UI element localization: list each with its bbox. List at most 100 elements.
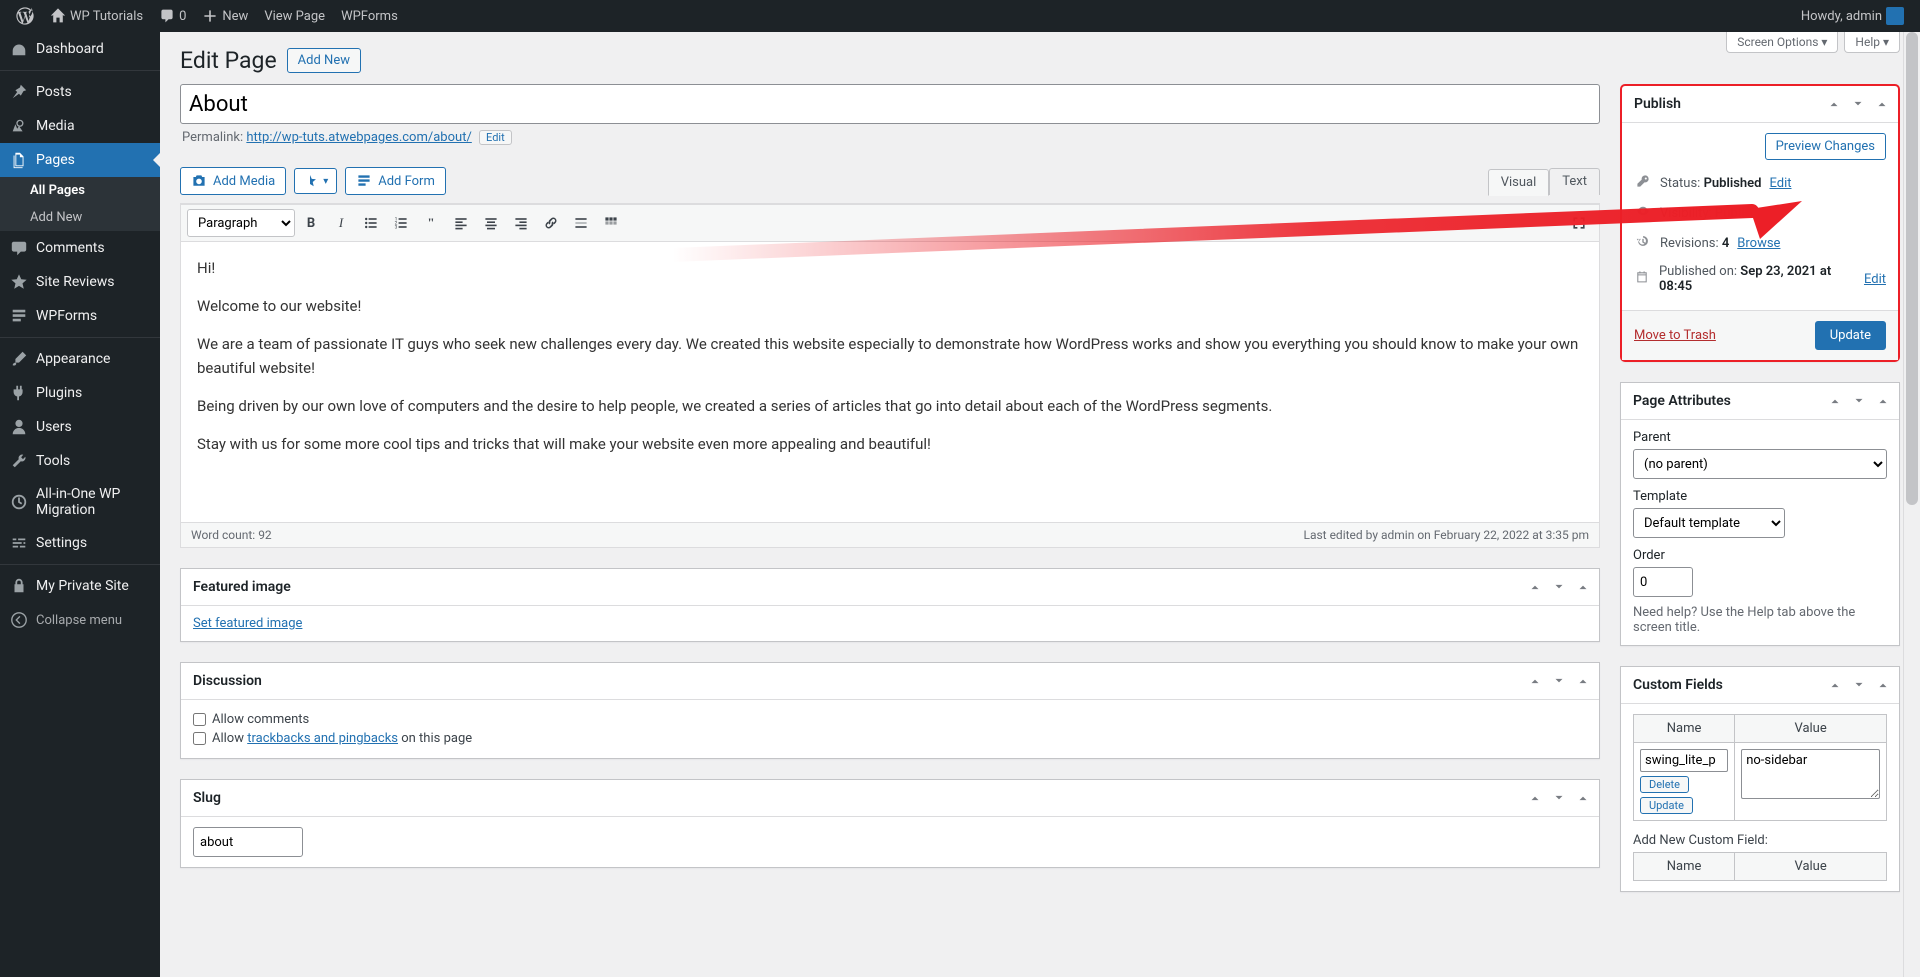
toggle-panel-button[interactable] xyxy=(1571,575,1595,599)
align-center-button[interactable] xyxy=(477,209,505,237)
submenu-add-new[interactable]: Add New xyxy=(0,204,160,231)
move-to-trash-link[interactable]: Move to Trash xyxy=(1634,328,1716,343)
new-content-link[interactable]: New xyxy=(194,0,256,32)
site-name-text: WP Tutorials xyxy=(70,9,143,24)
edit-date-link[interactable]: Edit xyxy=(1864,272,1886,287)
menu-dashboard[interactable]: Dashboard xyxy=(0,32,160,66)
move-down-button[interactable] xyxy=(1847,389,1871,413)
editor-content-area[interactable]: Hi! Welcome to our website! We are a tea… xyxy=(181,242,1599,522)
wpforms-topbar-link[interactable]: WPForms xyxy=(333,0,406,32)
move-up-button[interactable] xyxy=(1822,92,1846,116)
comments-link[interactable]: 0 xyxy=(151,0,194,32)
toggle-panel-button[interactable] xyxy=(1871,389,1895,413)
site-name-link[interactable]: WP Tutorials xyxy=(42,0,151,32)
help-button[interactable]: Help ▾ xyxy=(1844,32,1900,53)
submenu-all-pages[interactable]: All Pages xyxy=(0,177,160,204)
menu-site-reviews[interactable]: Site Reviews xyxy=(0,265,160,299)
set-featured-image-link[interactable]: Set featured image xyxy=(193,616,302,631)
cf-col-name2: Name xyxy=(1634,853,1735,881)
lock-icon xyxy=(10,577,28,595)
move-down-button[interactable] xyxy=(1547,786,1571,810)
toggle-panel-button[interactable] xyxy=(1571,786,1595,810)
allow-comments-label: Allow comments xyxy=(212,712,309,727)
order-input[interactable] xyxy=(1633,567,1693,597)
cf-name-input[interactable] xyxy=(1640,749,1728,772)
toggle-panel-button[interactable] xyxy=(1871,673,1895,697)
move-up-button[interactable] xyxy=(1823,673,1847,697)
menu-users[interactable]: Users xyxy=(0,410,160,444)
menu-media[interactable]: Media xyxy=(0,109,160,143)
menu-private-site[interactable]: My Private Site xyxy=(0,569,160,603)
svg-text:3: 3 xyxy=(395,225,398,231)
add-new-custom-field-label: Add New Custom Field: xyxy=(1633,833,1887,848)
toggle-panel-button[interactable] xyxy=(1571,669,1595,693)
parent-select[interactable]: (no parent) xyxy=(1633,449,1887,479)
align-right-button[interactable] xyxy=(507,209,535,237)
cf-update-button[interactable]: Update xyxy=(1640,797,1693,814)
star-dropdown-button[interactable]: ▾ xyxy=(294,168,337,194)
edit-status-link[interactable]: Edit xyxy=(1769,176,1791,191)
wp-logo[interactable] xyxy=(8,0,42,32)
preview-changes-button[interactable]: Preview Changes xyxy=(1765,133,1886,160)
allow-comments-checkbox[interactable] xyxy=(193,713,206,726)
menu-comments[interactable]: Comments xyxy=(0,231,160,265)
allow-trackbacks-checkbox[interactable] xyxy=(193,732,206,745)
edit-visibility-link[interactable]: Edit xyxy=(1759,206,1781,221)
howdy-link[interactable]: Howdy, admin xyxy=(1793,0,1912,32)
scrollbar-thumb[interactable] xyxy=(1906,32,1918,505)
browse-revisions-link[interactable]: Browse xyxy=(1737,236,1780,251)
move-down-button[interactable] xyxy=(1547,669,1571,693)
wordpress-icon xyxy=(16,7,34,25)
menu-wpforms[interactable]: WPForms xyxy=(0,299,160,333)
screen-options-button[interactable]: Screen Options ▾ xyxy=(1726,32,1838,53)
cf-value-input[interactable]: no-sidebar xyxy=(1741,749,1880,799)
distraction-free-button[interactable] xyxy=(1565,209,1593,237)
add-form-button[interactable]: Add Form xyxy=(345,167,446,195)
bullet-list-button[interactable] xyxy=(357,209,385,237)
menu-collapse[interactable]: Collapse menu xyxy=(0,603,160,637)
cf-col-name: Name xyxy=(1634,715,1735,743)
format-select[interactable]: Paragraph xyxy=(187,209,295,237)
menu-tools[interactable]: Tools xyxy=(0,444,160,478)
editor-tab-visual[interactable]: Visual xyxy=(1488,169,1550,196)
permalink-row: Permalink: http://wp-tuts.atwebpages.com… xyxy=(180,130,1600,157)
template-select[interactable]: Default template xyxy=(1633,508,1785,538)
permalink-url-link[interactable]: http://wp-tuts.atwebpages.com/about/ xyxy=(246,130,471,145)
menu-aio-migration[interactable]: All-in-One WP Migration xyxy=(0,478,160,526)
cf-delete-button[interactable]: Delete xyxy=(1640,776,1689,793)
move-down-button[interactable] xyxy=(1547,575,1571,599)
bold-button[interactable]: B xyxy=(297,209,325,237)
update-button[interactable]: Update xyxy=(1815,321,1886,350)
move-up-button[interactable] xyxy=(1523,669,1547,693)
number-list-button[interactable]: 123 xyxy=(387,209,415,237)
caret-up-icon xyxy=(1576,580,1590,594)
menu-appearance[interactable]: Appearance xyxy=(0,342,160,376)
menu-pages[interactable]: Pages xyxy=(0,143,160,177)
menu-settings[interactable]: Settings xyxy=(0,526,160,560)
move-up-button[interactable] xyxy=(1823,389,1847,413)
move-down-button[interactable] xyxy=(1847,673,1871,697)
italic-button[interactable]: I xyxy=(327,209,355,237)
view-page-link[interactable]: View Page xyxy=(256,0,333,32)
chevron-up-icon xyxy=(1528,791,1542,805)
slug-input[interactable] xyxy=(193,827,303,857)
menu-posts[interactable]: Posts xyxy=(0,75,160,109)
readmore-button[interactable] xyxy=(567,209,595,237)
add-new-button[interactable]: Add New xyxy=(287,48,361,73)
toggle-panel-button[interactable] xyxy=(1870,92,1894,116)
move-up-button[interactable] xyxy=(1523,786,1547,810)
move-up-button[interactable] xyxy=(1523,575,1547,599)
link-button[interactable] xyxy=(537,209,565,237)
vertical-scrollbar[interactable]: ▲ xyxy=(1903,32,1920,977)
page-icon xyxy=(10,151,28,169)
move-down-button[interactable] xyxy=(1846,92,1870,116)
trackbacks-link[interactable]: trackbacks and pingbacks xyxy=(247,731,398,746)
toolbar-toggle-button[interactable] xyxy=(597,209,625,237)
add-media-button[interactable]: Add Media xyxy=(180,167,286,195)
post-title-input[interactable] xyxy=(180,84,1600,124)
blockquote-button[interactable]: " xyxy=(417,209,445,237)
menu-plugins[interactable]: Plugins xyxy=(0,376,160,410)
edit-permalink-button[interactable]: Edit xyxy=(479,130,512,145)
align-left-button[interactable] xyxy=(447,209,475,237)
editor-tab-text[interactable]: Text xyxy=(1549,168,1600,195)
